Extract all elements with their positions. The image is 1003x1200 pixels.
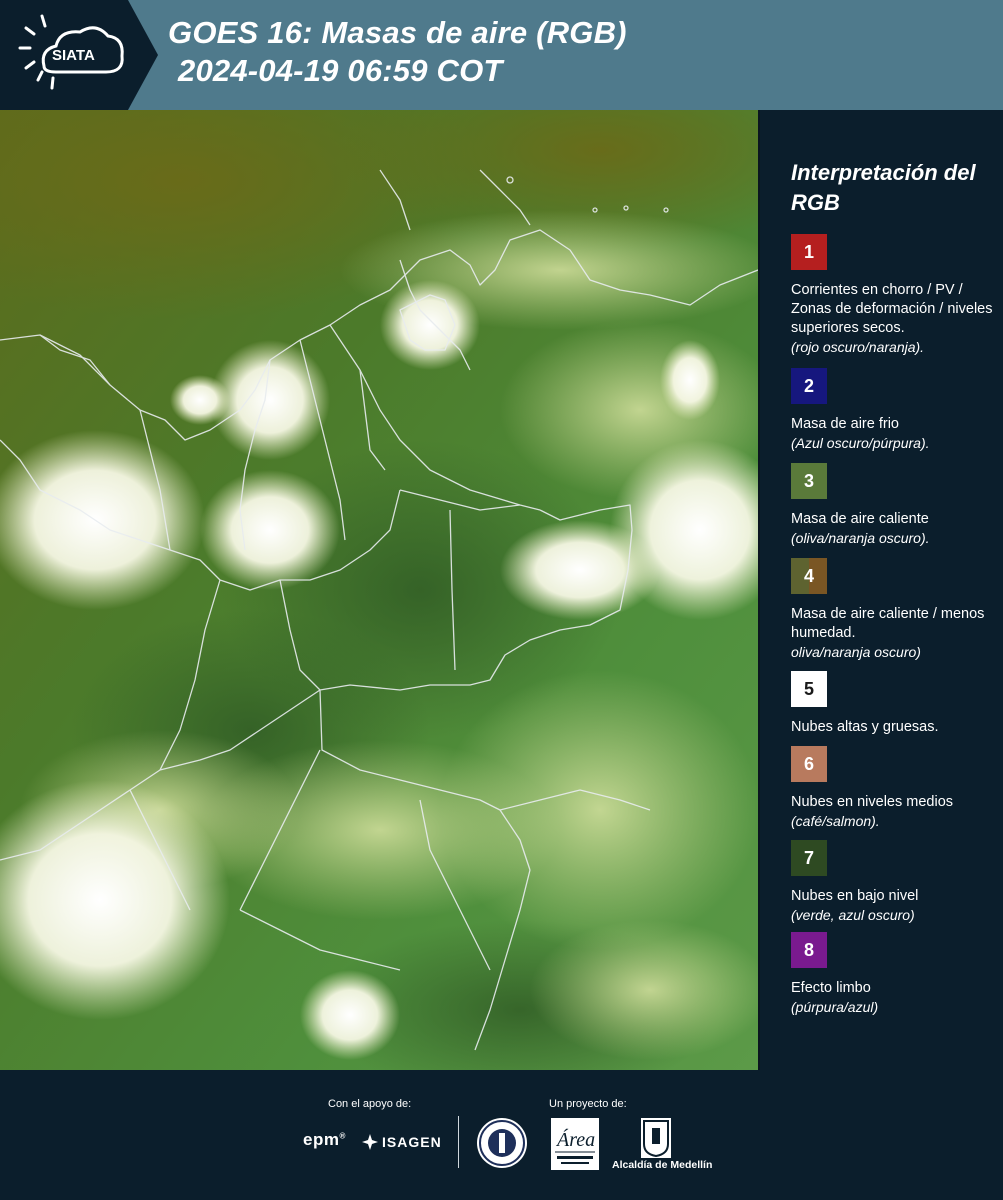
isagen-logo: ISAGEN (362, 1134, 442, 1150)
project-label: Un proyecto de: (549, 1098, 627, 1110)
legend-description: Nubes en bajo nivel (791, 888, 919, 904)
footer: Con el apoyo de: Un proyecto de: epm® IS… (0, 1070, 1003, 1200)
legend-description: Masa de aire frio (791, 416, 899, 432)
legend-description: Masa de aire caliente (791, 511, 929, 527)
legend-description: Nubes en niveles medios (791, 794, 954, 810)
legend-note: (Azul oscuro/púrpura). (791, 435, 930, 451)
legend-panel: Interpretación del RGB 1 Corrientes en c… (758, 110, 1003, 1070)
legend-title: Interpretación del RGB (791, 160, 976, 215)
legend-swatch: 6 (791, 746, 827, 782)
legend-item-4: 4 Masa de aire caliente / menos humedad.… (791, 558, 996, 662)
legend-swatch: 3 (791, 463, 827, 499)
epm-logo-text: epm (303, 1130, 340, 1149)
siata-logo-text: SIATA (52, 47, 95, 64)
legend-item-1: 1 Corrientes en chorro / PV / Zonas de d… (791, 234, 996, 357)
legend-swatch: 1 (791, 234, 827, 270)
siata-logo: SIATA (0, 0, 160, 110)
alcaldia-label: Alcaldía de Medellín (612, 1159, 713, 1171)
legend-swatch: 4 (791, 558, 827, 594)
legend-description: Efecto limbo (791, 980, 871, 996)
isagen-icon (362, 1134, 378, 1150)
header: SIATA GOES 16: Masas de aire (RGB) 2024-… (0, 0, 1003, 110)
satellite-map (0, 110, 758, 1070)
legend-note: (oliva/naranja oscuro). (791, 530, 930, 546)
legend-swatch: 5 (791, 671, 827, 707)
svg-text:Área: Área (555, 1128, 595, 1151)
isagen-logo-text: ISAGEN (382, 1134, 442, 1150)
legend-item-6: 6 Nubes en niveles medios (café/salmon). (791, 746, 996, 831)
legend-item-5: 5 Nubes altas y gruesas. (791, 671, 996, 737)
support-label: Con el apoyo de: (328, 1098, 412, 1110)
legend-item-7: 7 Nubes en bajo nivel (verde, azul oscur… (791, 840, 996, 925)
footer-divider (458, 1116, 459, 1168)
area-metropolitana-logo: Área (551, 1118, 599, 1170)
epm-logo: epm® (303, 1130, 346, 1149)
legend-note: (café/salmon). (791, 813, 880, 829)
alcaldia-shield-icon (641, 1118, 671, 1158)
legend-swatch: 8 (791, 932, 827, 968)
legend-note: (rojo oscuro/naranja). (791, 339, 925, 355)
title-line-2: 2024-04-19 06:59 COT (178, 53, 503, 88)
legend-note: (verde, azul oscuro) (791, 907, 915, 923)
legend-swatch: 2 (791, 368, 827, 404)
legend-description: Corrientes en chorro / PV / Zonas de def… (791, 282, 993, 336)
university-seal-icon (477, 1118, 527, 1168)
legend-description: Nubes altas y gruesas. (791, 719, 939, 735)
legend-note: (púrpura/azul) (791, 999, 879, 1015)
legend-swatch: 7 (791, 840, 827, 876)
legend-note: oliva/naranja oscuro) (791, 644, 921, 660)
page-title: GOES 16: Masas de aire (RGB) 2024-04-19 … (168, 14, 627, 90)
legend-item-8: 8 Efecto limbo (púrpura/azul) (791, 932, 996, 1017)
legend-description: Masa de aire caliente / menos humedad. (791, 606, 985, 641)
legend-item-2: 2 Masa de aire frio (Azul oscuro/púrpura… (791, 368, 996, 453)
title-line-1: GOES 16: Masas de aire (RGB) (168, 15, 627, 50)
legend-item-3: 3 Masa de aire caliente (oliva/naranja o… (791, 463, 996, 548)
